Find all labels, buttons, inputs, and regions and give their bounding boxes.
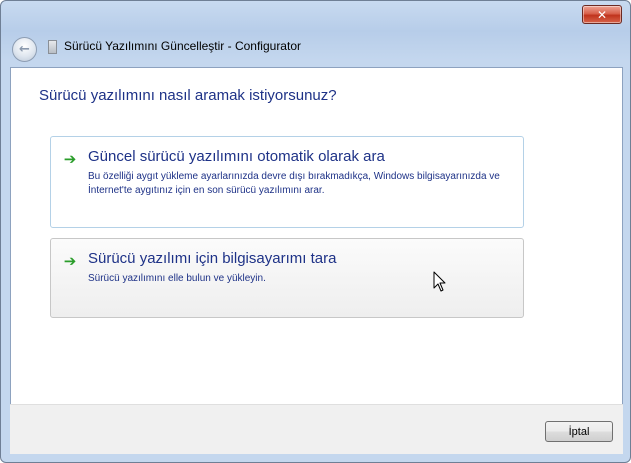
content-panel: Sürücü yazılımını nasıl aramak istiyorsu… (10, 67, 623, 405)
back-button[interactable]: ← (12, 37, 37, 62)
device-icon (48, 40, 57, 54)
back-arrow-icon: ← (19, 42, 30, 57)
green-arrow-icon: ➔ (63, 252, 77, 270)
option-title: Sürücü yazılımı için bilgisayarımı tara (88, 250, 337, 267)
page-heading: Sürücü yazılımını nasıl aramak istiyorsu… (39, 87, 337, 104)
window-title: Sürücü Yazılımını Güncelleştir - Configu… (64, 39, 301, 53)
cancel-button[interactable]: İptal (545, 421, 613, 442)
option-browse-computer[interactable]: ➔ Sürücü yazılımı için bilgisayarımı tar… (50, 238, 524, 318)
dialog-window: ✕ ← Sürücü Yazılımını Güncelleştir - Con… (0, 0, 631, 463)
option-description: Sürücü yazılımını elle bulun ve yükleyin… (88, 273, 266, 284)
close-icon: ✕ (596, 7, 608, 22)
option-description: Bu özelliği aygıt yükleme ayarlarınızda … (88, 171, 500, 196)
close-button[interactable]: ✕ (582, 5, 622, 24)
option-search-automatically[interactable]: ➔ Güncel sürücü yazılımını otomatik olar… (50, 136, 524, 228)
green-arrow-icon: ➔ (63, 150, 77, 168)
dialog-footer: İptal (10, 404, 623, 454)
option-title: Güncel sürücü yazılımını otomatik olarak… (88, 148, 385, 165)
mouse-pointer-icon (433, 271, 446, 292)
